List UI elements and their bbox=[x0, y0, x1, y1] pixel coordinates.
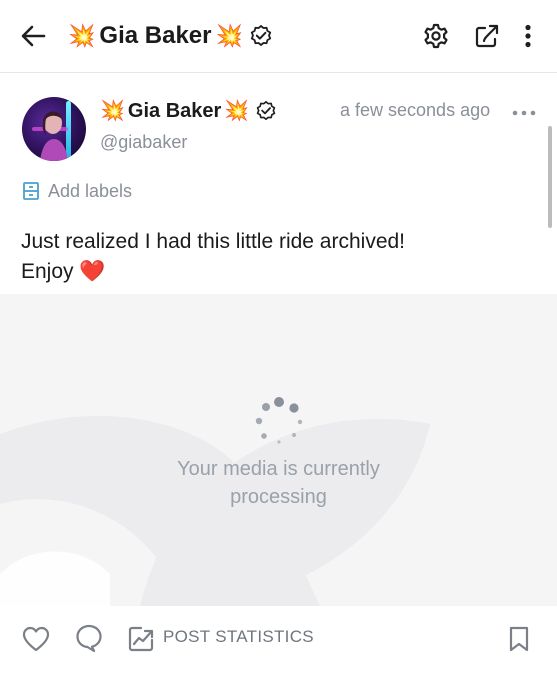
explosion-emoji-icon: 💥 bbox=[100, 100, 125, 122]
bookmark-icon bbox=[509, 626, 529, 652]
bookmark-button[interactable] bbox=[505, 623, 533, 655]
more-options-button[interactable] bbox=[516, 20, 540, 52]
loading-spinner-icon bbox=[255, 397, 303, 444]
post-statistics-label[interactable]: POST STATISTICS bbox=[163, 627, 314, 647]
add-labels-button[interactable]: Add labels bbox=[22, 179, 132, 203]
more-horizontal-icon bbox=[512, 110, 536, 116]
label-icon bbox=[23, 182, 39, 200]
scrollbar[interactable] bbox=[548, 126, 552, 228]
media-status-line: Your media is currently bbox=[177, 458, 380, 480]
top-app-bar: 💥 Gia Baker 💥 bbox=[0, 0, 557, 73]
settings-button[interactable] bbox=[420, 20, 452, 52]
author-name[interactable]: Gia Baker bbox=[128, 100, 221, 123]
post-options-button[interactable] bbox=[510, 102, 538, 124]
like-heart-icon bbox=[22, 626, 50, 652]
explosion-emoji-icon: 💥 bbox=[215, 23, 243, 48]
explosion-emoji-icon: 💥 bbox=[68, 23, 96, 48]
media-processing-status: Your media is currently processing bbox=[0, 455, 557, 511]
statistics-icon bbox=[128, 626, 154, 652]
more-vertical-icon bbox=[525, 24, 531, 48]
comment-icon bbox=[76, 624, 102, 653]
like-button[interactable] bbox=[20, 624, 52, 654]
post-statistics-button[interactable] bbox=[126, 624, 156, 654]
comment-button[interactable] bbox=[73, 622, 105, 654]
post-timestamp: a few seconds ago bbox=[340, 100, 491, 120]
share-icon bbox=[475, 24, 499, 48]
post-text-line: Just realized I had this little ride arc… bbox=[21, 230, 406, 253]
page-title-text: Gia Baker bbox=[99, 22, 212, 49]
author-handle[interactable]: @giabaker bbox=[100, 132, 187, 153]
back-button[interactable] bbox=[16, 20, 50, 52]
explosion-emoji-icon: 💥 bbox=[224, 100, 250, 122]
media-status-line: processing bbox=[230, 486, 327, 508]
verified-badge-icon bbox=[250, 25, 271, 46]
page-title: 💥 Gia Baker 💥 bbox=[68, 20, 273, 52]
back-arrow-icon bbox=[21, 25, 46, 47]
settings-icon bbox=[424, 23, 448, 49]
watermark-logo-icon bbox=[0, 415, 430, 606]
post-text-line-2: Enjoy ❤️ bbox=[21, 257, 405, 287]
media-placeholder bbox=[0, 294, 557, 606]
heart-emoji-icon: ❤️ bbox=[79, 260, 106, 283]
avatar[interactable] bbox=[22, 97, 86, 161]
verified-badge-icon bbox=[256, 101, 276, 121]
share-button[interactable] bbox=[471, 20, 503, 52]
post-text: Just realized I had this little ride arc… bbox=[21, 227, 405, 287]
add-labels-label: Add labels bbox=[48, 180, 133, 201]
post-text-line: Enjoy bbox=[21, 260, 74, 283]
author-name-row[interactable]: 💥 Gia Baker 💥 bbox=[100, 96, 277, 126]
avatar-image bbox=[22, 97, 86, 161]
